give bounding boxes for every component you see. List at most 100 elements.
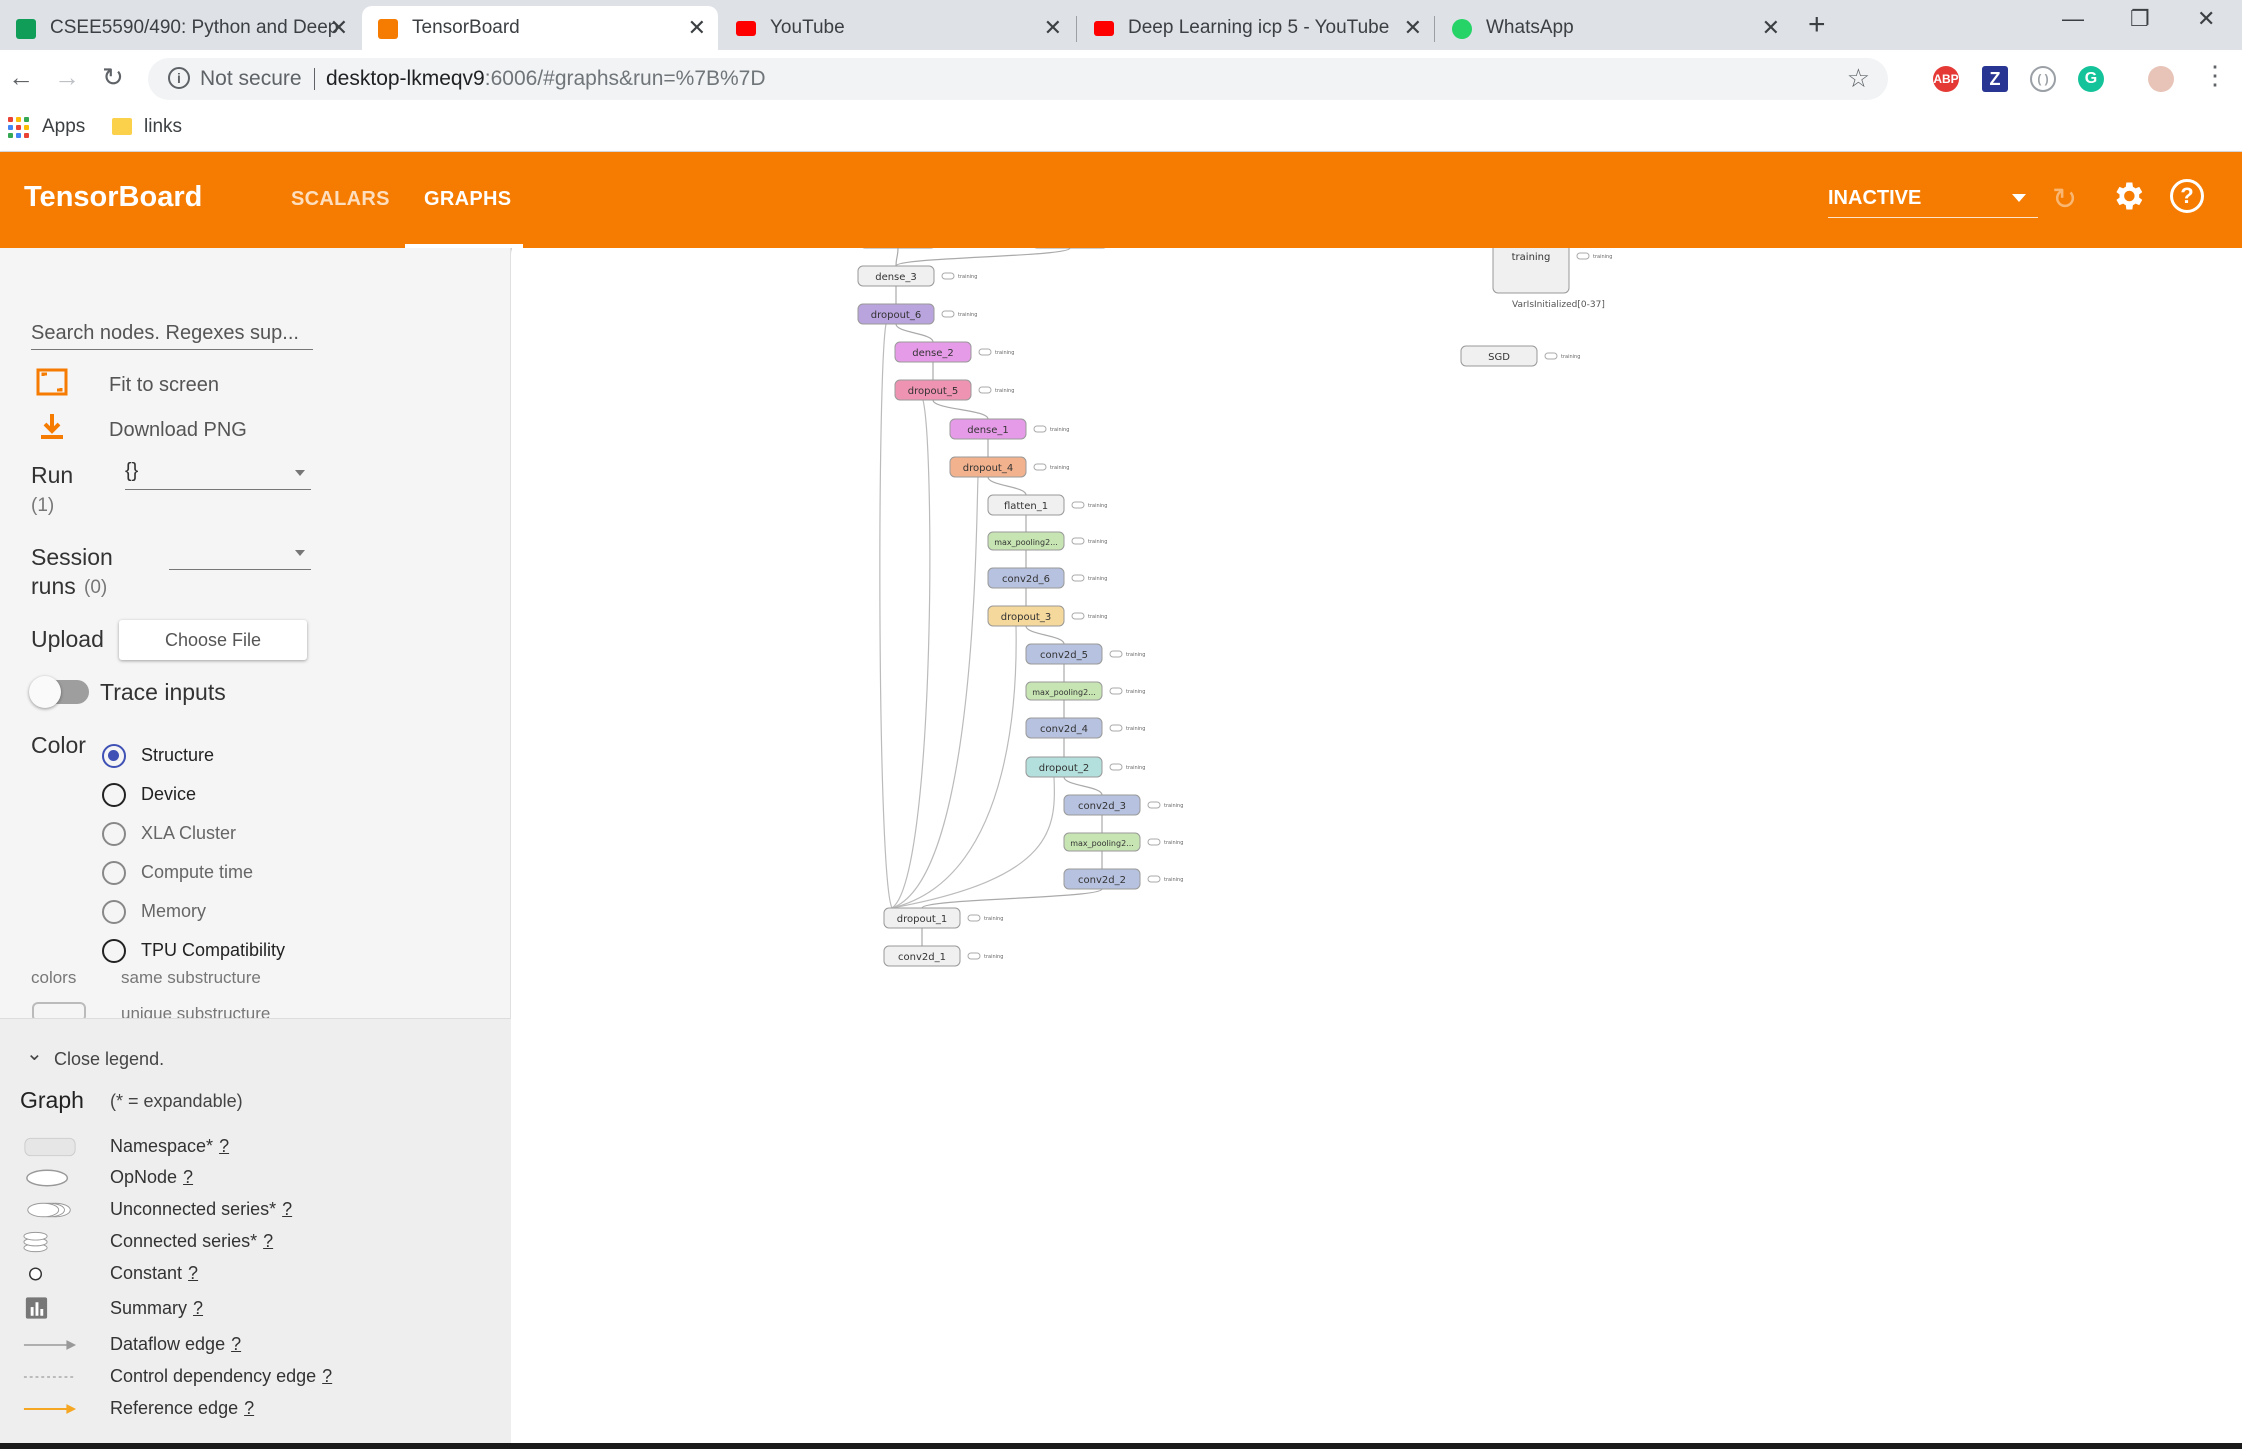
- session-runs-select[interactable]: [169, 540, 311, 570]
- auxiliary-input-pill[interactable]: [1544, 352, 1558, 360]
- auxiliary-input-pill[interactable]: [1071, 574, 1085, 582]
- plugin-status-dropdown[interactable]: INACTIVE: [1828, 187, 1921, 210]
- graph-node-dropout_5[interactable]: dropout_5 training: [894, 379, 1014, 401]
- forward-icon[interactable]: →: [54, 62, 80, 93]
- auxiliary-input-pill[interactable]: [1109, 763, 1123, 771]
- profile-avatar[interactable]: [2148, 66, 2174, 92]
- dataflow-edge[interactable]: [987, 476, 1027, 496]
- tab-graphs[interactable]: GRAPHS: [424, 188, 511, 211]
- browser-tab-tensorboard[interactable]: TensorBoard ✕: [362, 6, 718, 50]
- reload-icon[interactable]: ↻: [2052, 182, 2077, 217]
- dataflow-edge[interactable]: [895, 323, 934, 343]
- graph-node-dropout_6[interactable]: dropout_6 training: [857, 303, 977, 325]
- choose-file-button[interactable]: Choose File: [119, 620, 307, 660]
- dataflow-edge[interactable]: [891, 476, 979, 909]
- color-radio-button[interactable]: [102, 939, 126, 963]
- graph-node-dropout_2[interactable]: dropout_2 training: [1025, 756, 1145, 778]
- graph-node-training[interactable]: training training: [1492, 248, 1612, 294]
- zotero-extension-icon[interactable]: Z: [1982, 66, 2008, 92]
- horizontal-scrollbar[interactable]: [0, 1443, 2242, 1449]
- close-legend-toggle[interactable]: Close legend.: [54, 1049, 164, 1070]
- extension-icon[interactable]: ( ): [2030, 66, 2056, 92]
- fit-to-screen-button[interactable]: Fit to screen: [31, 366, 291, 400]
- auxiliary-input-pill[interactable]: [1109, 687, 1123, 695]
- apps-grid-icon[interactable]: [8, 117, 30, 139]
- auxiliary-input-pill[interactable]: [1033, 463, 1047, 471]
- graph-node-dense_1[interactable]: dense_1 training: [949, 418, 1069, 440]
- auxiliary-input-pill[interactable]: [978, 348, 992, 356]
- auxiliary-input-pill[interactable]: [1109, 650, 1123, 658]
- trace-inputs-toggle[interactable]: [29, 676, 89, 708]
- legend-help-link[interactable]: ?: [188, 1263, 198, 1283]
- graph-node-SGD[interactable]: SGD training: [1460, 345, 1580, 367]
- chevron-down-icon[interactable]: [2012, 194, 2026, 202]
- minimize-icon[interactable]: —: [2062, 6, 2084, 32]
- close-icon[interactable]: ✕: [1762, 15, 1780, 41]
- graph-node-dense_3[interactable]: dense_3 training: [857, 265, 977, 287]
- legend-help-link[interactable]: ?: [231, 1334, 241, 1354]
- bookmark-links[interactable]: links: [144, 116, 182, 138]
- browser-tab-youtube[interactable]: YouTube ✕: [720, 6, 1074, 50]
- color-option-label[interactable]: TPU Compatibility: [141, 940, 285, 961]
- graph-canvas[interactable]: metricstraininglosstrainingdense_3traini…: [512, 248, 2242, 1443]
- color-option-label[interactable]: XLA Cluster: [141, 823, 236, 844]
- graph-node-flatten_1[interactable]: flatten_1 training: [987, 494, 1107, 516]
- graph-node-conv2d_6[interactable]: conv2d_6 training: [987, 567, 1107, 589]
- back-icon[interactable]: ←: [8, 62, 34, 93]
- auxiliary-input-pill[interactable]: [1147, 875, 1161, 883]
- graph-node-dropout_4[interactable]: dropout_4 training: [949, 456, 1069, 478]
- folder-icon[interactable]: [112, 118, 132, 135]
- legend-help-link[interactable]: ?: [193, 1298, 203, 1318]
- color-option-label[interactable]: Compute time: [141, 862, 253, 883]
- menu-kebab-icon[interactable]: ⋮: [2202, 60, 2228, 91]
- run-select[interactable]: {}: [125, 460, 311, 490]
- graph-node-dropout_1[interactable]: dropout_1 training: [883, 907, 1003, 929]
- browser-tab-whatsapp[interactable]: WhatsApp ✕: [1436, 6, 1792, 50]
- var-initialized-label[interactable]: VarIsInitialized[0-37]: [1512, 300, 1605, 310]
- legend-help-link[interactable]: ?: [244, 1398, 254, 1418]
- browser-tab-youtube-icp[interactable]: Deep Learning icp 5 - YouTube ✕: [1078, 6, 1434, 50]
- color-radio-button[interactable]: [102, 900, 126, 924]
- dataflow-edge[interactable]: [891, 625, 1017, 909]
- dataflow-edge[interactable]: [921, 888, 1103, 909]
- download-png-button[interactable]: Download PNG: [31, 411, 291, 445]
- graph-node-max_pooling_c[interactable]: max_pooling2... training: [987, 531, 1107, 551]
- color-option-label[interactable]: Structure: [141, 745, 214, 766]
- bookmark-star-icon[interactable]: ☆: [1847, 63, 1870, 94]
- graph-node-conv2d_4[interactable]: conv2d_4 training: [1025, 717, 1145, 739]
- auxiliary-input-pill[interactable]: [941, 272, 955, 280]
- close-icon[interactable]: ✕: [1404, 15, 1422, 41]
- color-option-label[interactable]: Device: [141, 784, 196, 805]
- graph-node-dropout_3[interactable]: dropout_3 training: [987, 605, 1107, 627]
- auxiliary-input-pill[interactable]: [1071, 537, 1085, 545]
- tab-scalars[interactable]: SCALARS: [291, 188, 390, 211]
- grammarly-extension-icon[interactable]: G: [2078, 66, 2104, 92]
- legend-help-link[interactable]: ?: [263, 1231, 273, 1251]
- address-bar[interactable]: i Not secure desktop-lkmeqv9:6006/#graph…: [148, 58, 1888, 100]
- color-radio-button[interactable]: [102, 783, 126, 807]
- color-radio-button[interactable]: [102, 822, 126, 846]
- color-radio-button[interactable]: [102, 861, 126, 885]
- graph-node-conv2d_5[interactable]: conv2d_5 training: [1025, 643, 1145, 665]
- info-icon[interactable]: i: [168, 67, 190, 89]
- adblock-extension-icon[interactable]: ABP: [1933, 66, 1959, 92]
- help-icon[interactable]: ?: [2170, 179, 2204, 213]
- graph-node-conv2d_1[interactable]: conv2d_1 training: [883, 945, 1003, 967]
- auxiliary-input-pill[interactable]: [967, 914, 981, 922]
- chevron-down-icon[interactable]: ⌄: [26, 1041, 43, 1066]
- url-text[interactable]: desktop-lkmeqv9:6006/#graphs&run=%7B%7D: [326, 67, 766, 91]
- legend-help-link[interactable]: ?: [282, 1199, 292, 1219]
- auxiliary-input-pill[interactable]: [1147, 838, 1161, 846]
- restore-icon[interactable]: ❐: [2130, 6, 2150, 32]
- graph-node-conv2d_2[interactable]: conv2d_2 training: [1063, 868, 1183, 890]
- window-close-icon[interactable]: ✕: [2197, 6, 2215, 32]
- close-icon[interactable]: ✕: [1044, 15, 1062, 41]
- graph-node-conv2d_3[interactable]: conv2d_3 training: [1063, 794, 1183, 816]
- color-option-label[interactable]: Memory: [141, 901, 206, 922]
- new-tab-button[interactable]: +: [1808, 8, 1826, 42]
- close-icon[interactable]: ✕: [330, 15, 348, 41]
- graph-svg[interactable]: metricstraininglosstrainingdense_3traini…: [512, 248, 2242, 1207]
- auxiliary-input-pill[interactable]: [1576, 252, 1590, 260]
- dataflow-edge[interactable]: [879, 323, 893, 909]
- auxiliary-input-pill[interactable]: [1109, 724, 1123, 732]
